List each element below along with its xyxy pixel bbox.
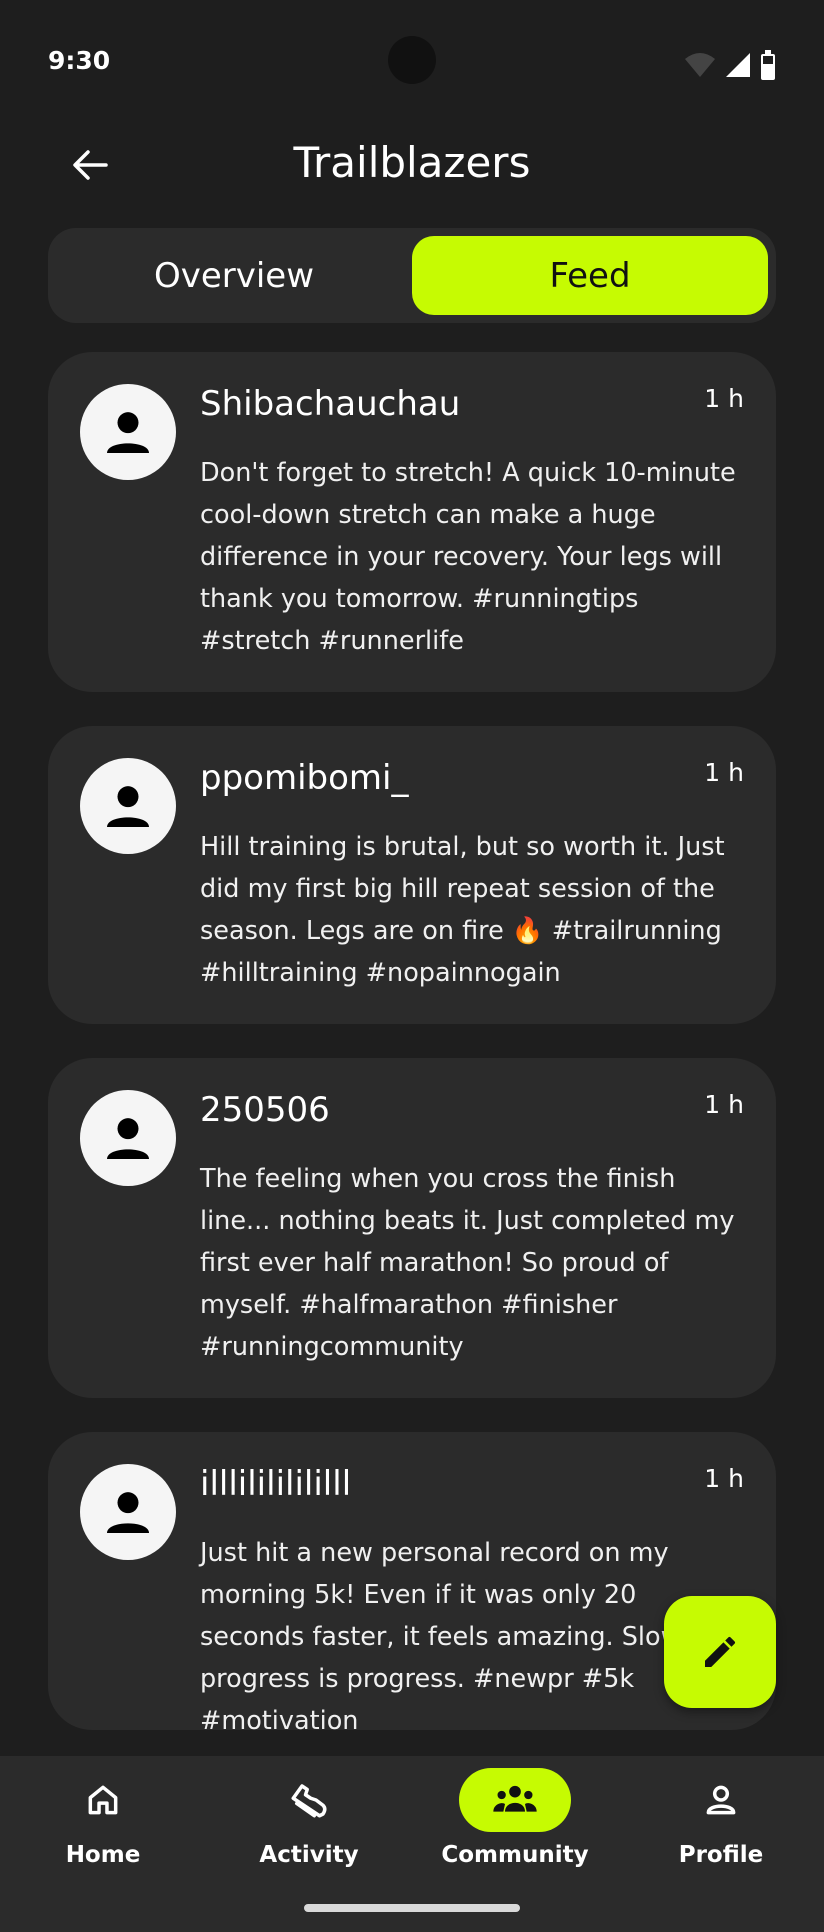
- post-username[interactable]: illlilililililll: [200, 1464, 351, 1504]
- nav-label: Home: [65, 1842, 141, 1868]
- post-timestamp: 1 h: [704, 758, 744, 787]
- home-icon: [88, 1785, 118, 1815]
- app-bar: Trailblazers: [0, 120, 824, 210]
- battery-icon: [761, 50, 775, 80]
- shoe-icon: [291, 1784, 327, 1818]
- pencil-icon: [705, 1636, 736, 1667]
- nav-icon-container: [253, 1768, 365, 1832]
- camera-cutout: [388, 36, 436, 84]
- home-indicator[interactable]: [304, 1904, 520, 1912]
- nav-item-community[interactable]: Community: [412, 1768, 618, 1888]
- status-icons: [684, 50, 776, 80]
- avatar[interactable]: [80, 1464, 176, 1560]
- nav-icon-container: [665, 1768, 777, 1832]
- status-time: 9:30: [48, 46, 111, 75]
- nav-icon-container: [459, 1768, 571, 1832]
- nav-item-activity[interactable]: Activity: [206, 1768, 412, 1888]
- post-timestamp: 1 h: [704, 384, 744, 413]
- post-username[interactable]: ppomibomi_: [200, 758, 408, 798]
- segmented-tabs: Overview Feed: [48, 228, 776, 323]
- feed-post[interactable]: 250506 1 h The feeling when you cross th…: [48, 1058, 776, 1398]
- person-icon: [107, 1492, 149, 1533]
- feed-post[interactable]: ppomibomi_ 1 h Hill training is brutal, …: [48, 726, 776, 1024]
- wifi-icon: [685, 53, 715, 77]
- person-icon: [107, 1118, 149, 1159]
- nav-label: Activity: [259, 1842, 359, 1868]
- person-icon: [107, 412, 149, 453]
- feed-post[interactable]: Shibachauchau 1 h Don't forget to stretc…: [48, 352, 776, 692]
- page-title: Trailblazers: [293, 138, 531, 187]
- group-icon: [493, 1785, 537, 1812]
- nav-item-home[interactable]: Home: [0, 1768, 206, 1888]
- tab-feed[interactable]: Feed: [412, 236, 768, 315]
- tab-overview[interactable]: Overview: [56, 236, 412, 315]
- avatar[interactable]: [80, 1090, 176, 1186]
- nav-label: Community: [441, 1842, 589, 1868]
- post-body: Hill training is brutal, but so worth it…: [200, 832, 725, 988]
- nav-item-profile[interactable]: Profile: [618, 1768, 824, 1888]
- avatar[interactable]: [80, 758, 176, 854]
- compose-post-button[interactable]: [664, 1596, 776, 1708]
- avatar[interactable]: [80, 384, 176, 480]
- person-icon: [107, 786, 149, 827]
- post-timestamp: 1 h: [704, 1464, 744, 1493]
- signal-icon: [726, 53, 750, 77]
- status-bar: 9:30: [0, 0, 824, 110]
- post-timestamp: 1 h: [704, 1090, 744, 1119]
- post-body: The feeling when you cross the finish li…: [200, 1164, 735, 1362]
- post-username[interactable]: Shibachauchau: [200, 384, 460, 424]
- post-username[interactable]: 250506: [200, 1090, 330, 1130]
- nav-label: Profile: [678, 1842, 764, 1868]
- person-icon: [706, 1785, 736, 1815]
- nav-icon-container: [47, 1768, 159, 1832]
- post-body: Don't forget to stretch! A quick 10-minu…: [200, 458, 736, 656]
